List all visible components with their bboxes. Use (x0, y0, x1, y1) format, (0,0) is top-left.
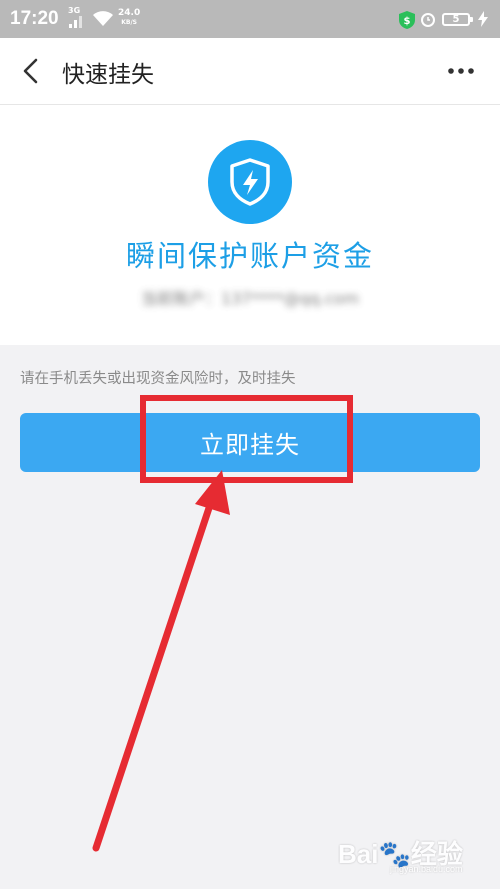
watermark-logo: Bai🐾经验 jingyan.baidu.com (338, 834, 498, 884)
annotation-arrow (92, 470, 230, 852)
watermark-brand: Bai (338, 839, 379, 869)
watermark-domain: jingyan.baidu.com (390, 864, 463, 874)
